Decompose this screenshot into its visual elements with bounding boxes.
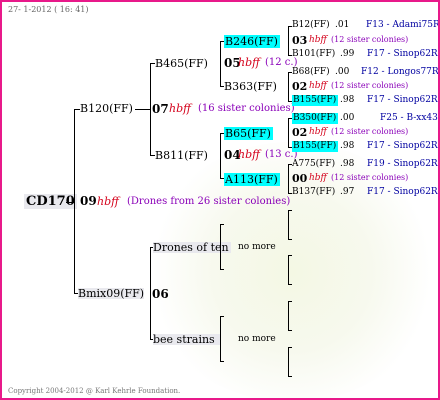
copyright-footer: Copyright 2004-2012 @ Karl Kehrle Founda… [8, 387, 181, 395]
connector [220, 224, 221, 270]
connector [288, 164, 289, 193]
connector [288, 347, 292, 348]
g4-source: F19 - Sinop62R [367, 159, 438, 169]
g4-code: hbff [309, 173, 327, 183]
g2-d-name[interactable]: bee strains [153, 334, 221, 345]
g4-source: F17 - Sinop62R [367, 49, 438, 59]
g3-b2-name[interactable]: A113(FF) [224, 173, 280, 186]
g4-source: F25 - B-xx43 [380, 113, 438, 123]
g4-value: .98 [340, 95, 355, 105]
g1-lower-name[interactable]: Bmix09(FF) [78, 288, 145, 299]
connector [220, 361, 224, 362]
g4-note: (12 sister colonies) [331, 81, 409, 90]
g4-name[interactable]: B155(FF) [292, 95, 339, 106]
g2-b-name[interactable]: B811(FF) [155, 150, 208, 161]
connector [74, 109, 75, 294]
connector [135, 109, 150, 110]
g4-value: .00 [335, 67, 350, 77]
g3-a2-name[interactable]: B363(FF) [224, 81, 277, 92]
g1-lower-generation: 06 [152, 287, 169, 301]
root-note: (Drones from 26 sister colonies) [127, 196, 291, 207]
connector [288, 376, 292, 377]
connector [288, 239, 292, 240]
g1-upper-code: hbff [169, 102, 191, 115]
pedigree-frame: 27- 1-2012 ( 16: 41) CD170 09 hbff (Dron… [0, 0, 440, 400]
connector [66, 202, 74, 203]
g4-generation: 03 [292, 34, 308, 47]
g4-source: F12 - Longos77R [361, 67, 439, 77]
root-generation: 09 [80, 194, 97, 208]
g4-generation: 00 [292, 172, 308, 185]
g4-code: hbff [309, 35, 327, 45]
connector [288, 210, 292, 211]
g4-code: hbff [309, 127, 327, 137]
connector [220, 224, 224, 225]
g4-generation: 02 [292, 126, 308, 139]
g4-value: .98 [340, 159, 355, 169]
g4-name[interactable]: B137(FF) [292, 188, 335, 197]
connector [220, 316, 224, 317]
connector [288, 118, 289, 147]
g4-name[interactable]: B101(FF) [292, 50, 335, 59]
connector [288, 255, 292, 256]
connector [288, 301, 289, 330]
connector [288, 301, 292, 302]
g4-source: F17 - Sinop62R [367, 95, 438, 105]
g2-c-name[interactable]: Drones of ten [153, 242, 231, 253]
g4-name[interactable]: B12(FF) [292, 21, 330, 30]
connector [288, 284, 292, 285]
g4-note: (12 sister colonies) [331, 173, 409, 182]
g4-source: F13 - Adami75R [366, 20, 440, 30]
connector [220, 316, 221, 362]
no-more-label: no more [238, 242, 276, 252]
connector [220, 269, 224, 270]
date-stamp: 27- 1-2012 ( 16: 41) [8, 5, 89, 14]
connector [288, 26, 289, 55]
g4-name[interactable]: A775(FF) [292, 160, 335, 169]
g2-a-code: hbff [238, 56, 260, 69]
g4-note: (12 sister colonies) [331, 127, 409, 136]
no-more-label: no more [238, 334, 276, 344]
root-code: hbff [97, 195, 119, 208]
g4-source: F17 - Sinop62R [367, 187, 438, 197]
g4-value: .98 [340, 141, 355, 151]
g1-upper-note: (16 sister colonies) [198, 103, 295, 114]
g1-upper-name[interactable]: B120(FF) [80, 103, 133, 114]
g4-source: F17 - Sinop62R [367, 141, 438, 151]
g1-upper-generation: 07 [152, 102, 169, 116]
g2-b-code: hbff [238, 148, 260, 161]
connector [288, 210, 289, 239]
g2-a-name[interactable]: B465(FF) [155, 58, 208, 69]
connector [288, 255, 289, 284]
g4-generation: 02 [292, 80, 308, 93]
connector [288, 330, 292, 331]
g4-name[interactable]: B155(FF) [292, 141, 339, 152]
g4-value: .00 [340, 113, 355, 123]
g4-value: .01 [335, 20, 350, 30]
connector [150, 63, 151, 156]
connector [150, 247, 151, 340]
g4-note: (12 sister colonies) [331, 35, 409, 44]
connector [220, 133, 221, 179]
connector [220, 41, 221, 87]
g3-b1-name[interactable]: B65(FF) [224, 127, 273, 140]
connector [288, 347, 289, 376]
connector [288, 72, 289, 101]
g4-name[interactable]: B350(FF) [292, 113, 339, 124]
g4-value: .97 [340, 187, 355, 197]
g4-name[interactable]: B68(FF) [292, 68, 330, 77]
g4-code: hbff [309, 81, 327, 91]
g3-a1-name[interactable]: B246(FF) [224, 35, 280, 48]
g4-value: .99 [340, 49, 355, 59]
